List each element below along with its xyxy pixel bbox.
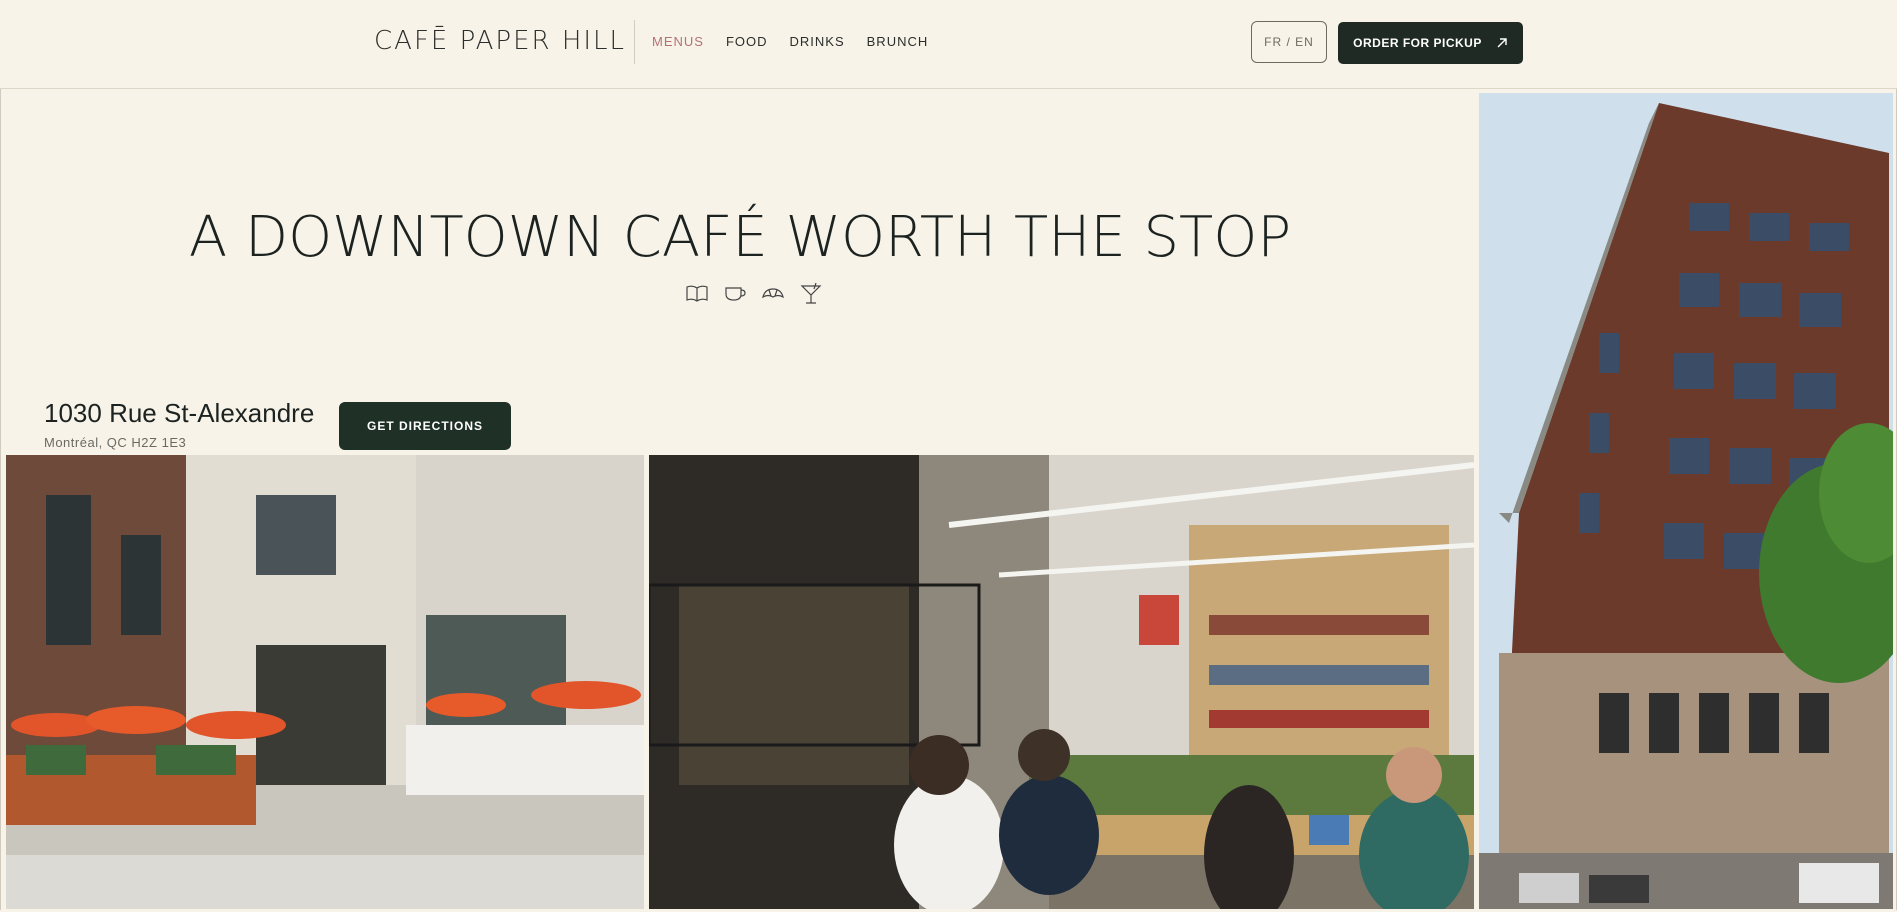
cafe-interior-photo: [649, 455, 1474, 909]
language-toggle[interactable]: FR / EN: [1251, 21, 1327, 63]
book-icon: [686, 285, 708, 302]
building-exterior-photo: [1479, 93, 1893, 909]
site-header: CAFĒ PAPER HILL MENUS FOOD DRINKS BRUNCH…: [0, 0, 1897, 89]
nav-item-brunch[interactable]: BRUNCH: [867, 34, 929, 49]
courtyard-photo: [6, 455, 644, 909]
order-pickup-label: ORDER FOR PICKUP: [1353, 36, 1482, 50]
nav-item-food[interactable]: FOOD: [726, 34, 768, 49]
croissant-icon: [762, 288, 784, 299]
cocktail-icon: [800, 282, 822, 304]
get-directions-button[interactable]: GET DIRECTIONS: [339, 402, 511, 450]
coffee-cup-icon: [725, 287, 746, 301]
order-pickup-button[interactable]: ORDER FOR PICKUP: [1338, 22, 1523, 64]
header-divider: [634, 20, 635, 64]
hero-title: A DOWNTOWN CAFÉ WORTH THE STOP: [188, 205, 1292, 270]
nav-item-drinks[interactable]: DRINKS: [790, 34, 845, 49]
location-address: 1030 Rue St-Alexandre: [44, 398, 315, 428]
nav-item-menus[interactable]: MENUS: [652, 34, 704, 49]
location-city: Montréal, QC H2Z 1E3: [44, 435, 187, 450]
arrow-up-right-icon: [1497, 38, 1507, 48]
hero-icon-row: [684, 280, 824, 306]
main-nav: MENUS FOOD DRINKS BRUNCH: [652, 34, 928, 49]
site-logo[interactable]: CAFĒ PAPER HILL: [374, 26, 626, 56]
